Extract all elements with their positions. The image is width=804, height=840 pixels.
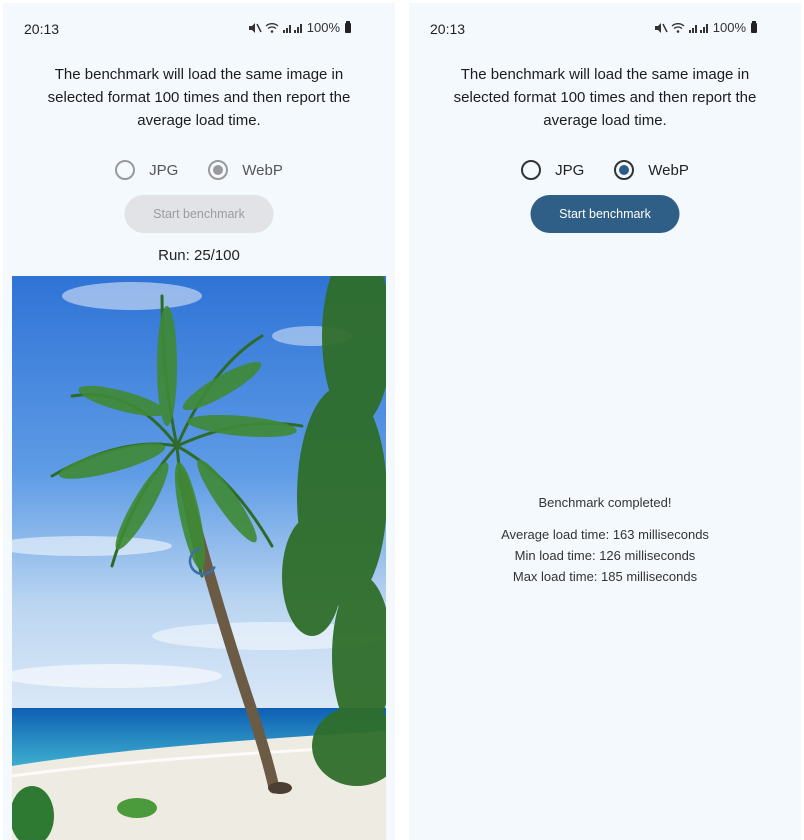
status-time: 20:13 <box>24 21 60 37</box>
radio-webp[interactable]: WebP <box>208 160 283 180</box>
radio-jpg[interactable]: JPG <box>115 160 178 180</box>
screen-completed: 20:13 100% The benchmark will load the s… <box>409 3 801 840</box>
average-load-time: Average load time: 163 milliseconds <box>501 527 709 542</box>
radio-jpg[interactable]: JPG <box>521 160 584 180</box>
start-benchmark-button[interactable]: Start benchmark <box>124 195 274 233</box>
wifi-icon <box>265 22 279 33</box>
status-time: 20:13 <box>430 21 466 37</box>
radio-webp-label: WebP <box>242 161 283 179</box>
run-progress-text: Run: 25/100 <box>158 247 240 264</box>
radio-jpg-circle[interactable] <box>115 160 136 180</box>
min-load-time: Min load time: 126 milliseconds <box>514 548 696 563</box>
radio-webp[interactable]: WebP <box>614 160 689 180</box>
signal-icon <box>282 23 302 33</box>
battery-percent: 100% <box>712 20 746 35</box>
status-bar: 20:13 100% <box>409 3 801 51</box>
status-icons: 100% <box>654 20 757 35</box>
battery-icon <box>345 20 351 33</box>
mute-icon <box>248 22 262 33</box>
radio-jpg-label: JPG <box>149 161 179 179</box>
format-selector: JPG WebP <box>409 157 801 183</box>
battery-icon <box>751 20 757 33</box>
start-benchmark-button[interactable]: Start benchmark <box>530 195 680 233</box>
radio-webp-circle[interactable] <box>614 160 635 180</box>
radio-jpg-label: JPG <box>555 161 585 179</box>
completed-message: Benchmark completed! <box>538 495 672 510</box>
status-bar: 20:13 100% <box>3 3 395 51</box>
mute-icon <box>654 22 668 33</box>
wifi-icon <box>671 22 685 33</box>
benchmark-image <box>12 276 386 840</box>
radio-webp-label: WebP <box>648 161 689 179</box>
intro-text: The benchmark will load the same image i… <box>453 66 757 129</box>
signal-icon <box>688 23 708 33</box>
max-load-time: Max load time: 185 milliseconds <box>512 569 698 584</box>
radio-webp-circle[interactable] <box>208 160 229 180</box>
format-selector: JPG WebP <box>3 157 395 183</box>
battery-percent: 100% <box>306 20 340 35</box>
screen-running: 20:13 100% The benchmark will load the s… <box>3 3 395 840</box>
benchmark-results: Benchmark completed! Average load time: … <box>409 495 801 587</box>
intro-text: The benchmark will load the same image i… <box>47 66 351 129</box>
status-icons: 100% <box>248 20 351 35</box>
radio-jpg-circle[interactable] <box>521 160 542 180</box>
